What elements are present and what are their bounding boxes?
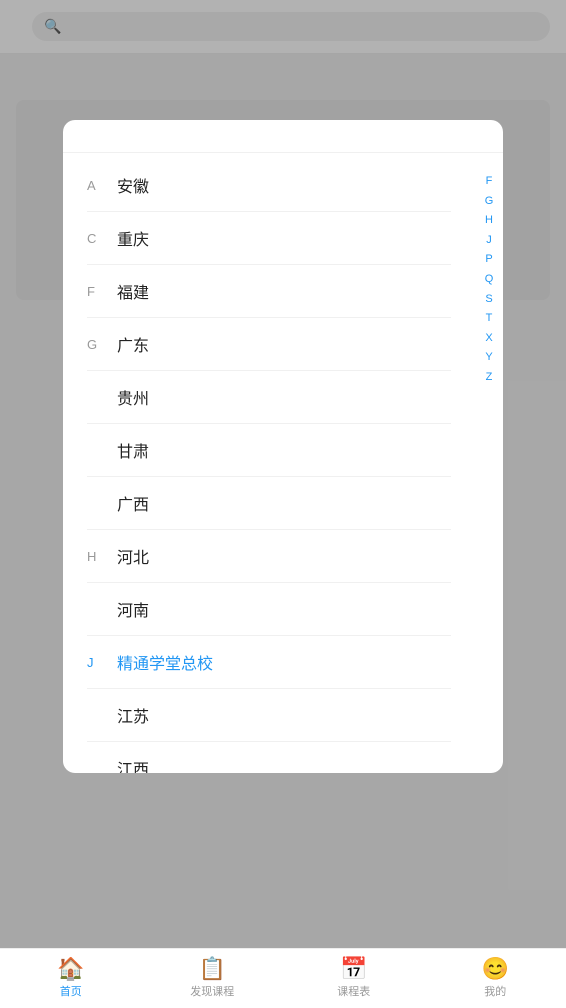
branch-list: A 安徽 C 重庆 F 福建 G 广东贵州甘肃广西 H 河北河南 J 精通学堂总校江苏江西: [63, 153, 475, 773]
list-divider: [87, 476, 451, 477]
side-index-letter[interactable]: X: [485, 330, 492, 348]
list-item-label: 福建: [117, 279, 149, 303]
list-item-label: 甘肃: [117, 438, 149, 462]
side-index-letter[interactable]: F: [486, 173, 493, 191]
side-index-letter[interactable]: P: [485, 251, 492, 269]
modal-body: A安徽C重庆F福建G广东贵州甘肃广西H河北河南J精通学堂总校江苏江西 FGHJP…: [63, 153, 503, 773]
mine-nav-label: 我的: [484, 983, 506, 999]
home-icon: 🏠: [57, 958, 84, 980]
list-item-label: 河南: [117, 597, 149, 621]
nav-item-home[interactable]: 🏠 首页: [0, 958, 142, 999]
list-item[interactable]: 江西: [63, 744, 475, 773]
nav-item-mine[interactable]: 😊 我的: [425, 958, 566, 999]
list-item[interactable]: G 广东: [63, 320, 475, 368]
list-item-label: 精通学堂总校: [117, 650, 213, 674]
list-item-label: 广东: [117, 332, 149, 356]
modal-title: [63, 120, 503, 153]
list-item[interactable]: 河南: [63, 585, 475, 633]
discover-icon: 📋: [199, 958, 226, 980]
list-group-letter: G: [87, 337, 105, 352]
list-divider: [87, 582, 451, 583]
list-item[interactable]: C 重庆: [63, 214, 475, 262]
list-divider: [87, 264, 451, 265]
list-divider: [87, 688, 451, 689]
side-index-letter[interactable]: Y: [485, 349, 492, 367]
list-divider: [87, 529, 451, 530]
side-index-letter[interactable]: S: [485, 291, 492, 309]
list-item-label: 重庆: [117, 226, 149, 250]
nav-item-schedule[interactable]: 📅 课程表: [283, 958, 425, 999]
branch-selection-modal: A安徽C重庆F福建G广东贵州甘肃广西H河北河南J精通学堂总校江苏江西 FGHJP…: [63, 120, 503, 773]
list-item[interactable]: 甘肃: [63, 426, 475, 474]
list-group-letter: C: [87, 231, 105, 246]
list-group-letter: H: [87, 549, 105, 564]
mine-icon: 😊: [482, 958, 509, 980]
list-item[interactable]: H 河北: [63, 532, 475, 580]
schedule-nav-label: 课程表: [337, 983, 370, 999]
side-index-letter[interactable]: Q: [485, 271, 494, 289]
list-group-letter: F: [87, 284, 105, 299]
list-divider: [87, 741, 451, 742]
list-divider: [87, 635, 451, 636]
list-item-label: 江苏: [117, 703, 149, 727]
list-divider: [87, 423, 451, 424]
side-index-letter[interactable]: H: [485, 212, 493, 230]
list-item-label: 河北: [117, 544, 149, 568]
bottom-navigation: 🏠 首页 📋 发现课程 📅 课程表 😊 我的: [0, 948, 566, 1008]
side-index-letter[interactable]: Z: [486, 369, 493, 387]
side-index-letter[interactable]: T: [486, 310, 493, 328]
list-item-label: 广西: [117, 491, 149, 515]
side-index-letter[interactable]: J: [486, 232, 492, 250]
list-item[interactable]: 贵州: [63, 373, 475, 421]
nav-item-discover[interactable]: 📋 发现课程: [142, 958, 284, 999]
list-item[interactable]: 广西: [63, 479, 475, 527]
list-divider: [87, 211, 451, 212]
home-nav-label: 首页: [60, 983, 82, 999]
list-group-letter: J: [87, 655, 105, 670]
list-item-label: 安徽: [117, 173, 149, 197]
list-group-letter: A: [87, 178, 105, 193]
list-item-label: 江西: [117, 756, 149, 773]
side-index-letter[interactable]: G: [485, 193, 494, 211]
discover-nav-label: 发现课程: [190, 983, 234, 999]
list-item[interactable]: 江苏: [63, 691, 475, 739]
list-item[interactable]: F 福建: [63, 267, 475, 315]
list-divider: [87, 317, 451, 318]
list-item[interactable]: A 安徽: [63, 161, 475, 209]
alpha-index: FGHJPQSTXYZ: [475, 153, 503, 773]
list-divider: [87, 370, 451, 371]
list-item-label: 贵州: [117, 385, 149, 409]
schedule-icon: 📅: [340, 958, 367, 980]
list-item[interactable]: J 精通学堂总校: [63, 638, 475, 686]
